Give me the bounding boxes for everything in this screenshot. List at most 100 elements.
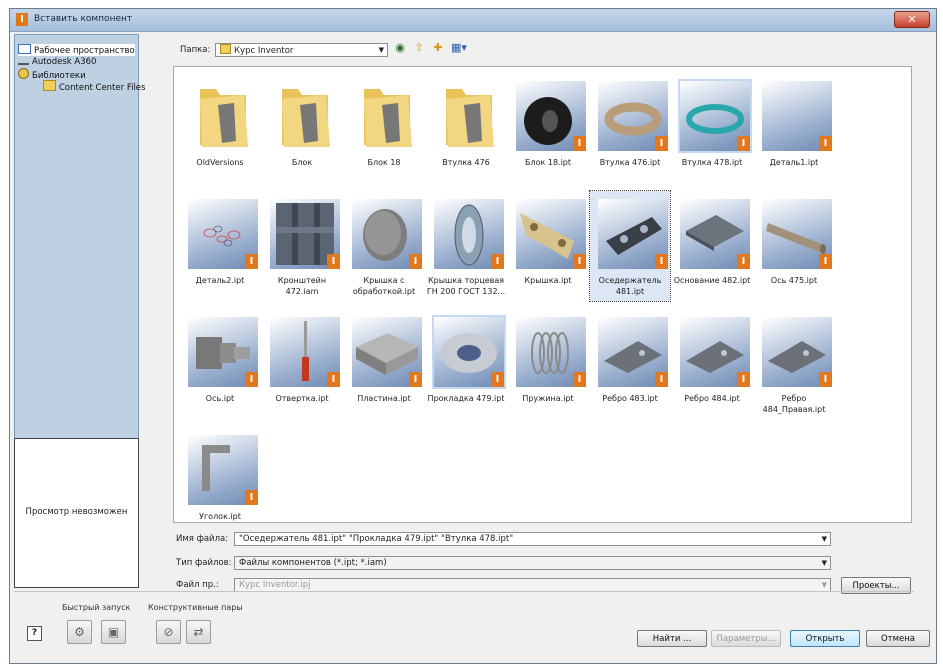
inventor-badge-icon: I [327,372,340,387]
inventor-badge-icon: I [655,372,668,387]
item-label: Прокладка 479.ipt [427,394,505,403]
location-workspace[interactable]: Рабочее пространство [18,44,135,56]
project-select: Курс Inventor.ipj ▼ [234,578,831,592]
file-item[interactable]: I Оседержатель 481.ipt [589,190,671,302]
file-item[interactable]: I Отвертка.ipt [262,309,342,419]
item-label: Крышка.ipt [524,276,572,285]
close-icon[interactable]: ✕ [894,11,930,28]
up-folder-icon[interactable]: ⇧ [413,42,425,54]
file-item[interactable]: I Деталь1.ipt [754,73,834,183]
filename-label: Имя файла: [176,534,229,544]
file-item[interactable]: I Втулка 478.ipt [672,73,752,183]
new-folder-icon[interactable]: ✚ [432,42,444,54]
item-label: Основание 482.ipt [673,276,751,285]
item-label: Блок 18 [367,158,401,167]
file-item[interactable]: I Ребро 483.ipt [590,309,670,419]
constraint-pairs-title: Конструктивные пары [148,603,243,612]
chevron-down-icon[interactable]: ▼ [379,44,384,56]
file-item[interactable]: I Втулка 476.ipt [590,73,670,183]
file-item[interactable]: I Ребро 484_Правая.ipt [754,309,834,419]
cloud-icon [18,57,29,65]
inventor-badge-icon: I [573,136,586,151]
constraint-swap-icon[interactable]: ⇄ [186,620,211,644]
folder-item[interactable]: Блок 18 [344,73,424,183]
file-item[interactable]: I Пружина.ipt [508,309,588,419]
item-label: Пластина.ipt [357,394,411,403]
file-item[interactable]: I Основание 482.ipt [672,191,752,301]
inventor-app-icon: I [16,13,28,26]
folder-icon [220,44,231,54]
file-thumbnail: I [762,199,832,269]
preview-text: Просмотр невозможен [25,507,128,517]
folder-icon [352,81,422,151]
file-item[interactable]: I Деталь2.ipt [180,191,260,301]
open-button[interactable]: Открыть [790,630,860,647]
file-item[interactable]: I Крышка торцевая ГН 200 ГОСТ 132... [426,191,506,301]
item-label: Отвертка.ipt [275,394,329,403]
file-thumbnail: I [598,81,668,151]
file-item[interactable]: I Пластина.ipt [344,309,424,419]
location-label: Рабочее пространство [34,46,135,56]
folder-item[interactable]: Втулка 476 [426,73,506,183]
file-thumbnail: I [188,199,258,269]
file-item[interactable]: I Блок 18.ipt [508,73,588,183]
inventor-badge-icon: I [573,254,586,269]
file-thumbnail: I [352,199,422,269]
file-item[interactable]: I Ось 475.ipt [754,191,834,301]
back-icon[interactable]: ◉ [394,42,406,54]
folder-icon [188,81,258,151]
constraint-pair-icon[interactable]: ⊘ [156,620,181,644]
preview-pane: Просмотр невозможен [14,438,139,588]
item-label: OldVersions [196,158,244,167]
item-label: Крышка торцевая ГН 200 ГОСТ 132... [426,276,506,296]
item-label: Деталь1.ipt [769,158,819,167]
location-content-center[interactable]: Content Center Files [43,80,145,93]
file-thumbnail: I [598,317,668,387]
item-label: Втулка 476.ipt [599,158,661,167]
folder-icon [43,80,56,91]
chevron-down-icon[interactable]: ▼ [822,533,827,545]
file-item[interactable]: I Крышка.ipt [508,191,588,301]
file-item[interactable]: I Ребро 484.ipt [672,309,752,419]
filetype-select[interactable]: Файлы компонентов (*.ipt; *.iam) ▼ [234,556,831,570]
parameters-button: Параметры... [711,630,781,647]
item-label: Ребро 484_Правая.ipt [762,394,826,414]
folder-item[interactable]: Блок [262,73,342,183]
quick-launch-place-icon[interactable]: ⚙ [67,620,92,644]
inventor-badge-icon: I [655,136,668,151]
inventor-badge-icon: I [245,490,258,505]
location-libraries[interactable]: Библиотеки [18,68,86,81]
filename-input[interactable]: "Оседержатель 481.ipt" "Прокладка 479.ip… [234,532,831,546]
chevron-down-icon[interactable]: ▼ [822,557,827,569]
cancel-button[interactable]: Отмена [866,630,930,647]
folder-item[interactable]: OldVersions [180,73,260,183]
quick-launch-grid-icon[interactable]: ▣ [101,620,126,644]
file-thumbnail: I [762,81,832,151]
inventor-badge-icon: I [655,254,668,269]
inventor-badge-icon: I [327,254,340,269]
folder-label: Папка: [180,45,211,55]
file-item[interactable]: I Ось.ipt [180,309,260,419]
file-thumbnail: I [516,199,586,269]
file-thumbnail: I [434,317,504,387]
folder-combo[interactable]: Курс Inventor ▼ [215,43,388,57]
file-thumbnail: I [516,81,586,151]
view-menu-icon[interactable]: ▦▾ [450,42,468,54]
item-label: Втулка 478.ipt [681,158,743,167]
file-thumbnail: I [680,81,750,151]
inventor-badge-icon: I [737,254,750,269]
find-button[interactable]: Найти ... [637,630,707,647]
file-item[interactable]: I Крышка с обработкой.ipt [344,191,424,301]
location-a360[interactable]: Autodesk A360 [18,56,96,68]
file-item[interactable]: I Уголок.ipt [180,427,260,537]
file-thumbnail: I [270,317,340,387]
separator [14,591,914,592]
file-thumbnail: I [516,317,586,387]
file-item[interactable]: I Прокладка 479.ipt [426,309,506,419]
file-item[interactable]: I Кронштейн 472.iam [262,191,342,301]
libraries-icon [18,68,29,79]
filename-value: "Оседержатель 481.ipt" "Прокладка 479.ip… [239,534,514,544]
help-button[interactable]: ? [27,626,42,641]
folder-value: Курс Inventor [234,46,294,56]
file-thumbnail: I [270,199,340,269]
